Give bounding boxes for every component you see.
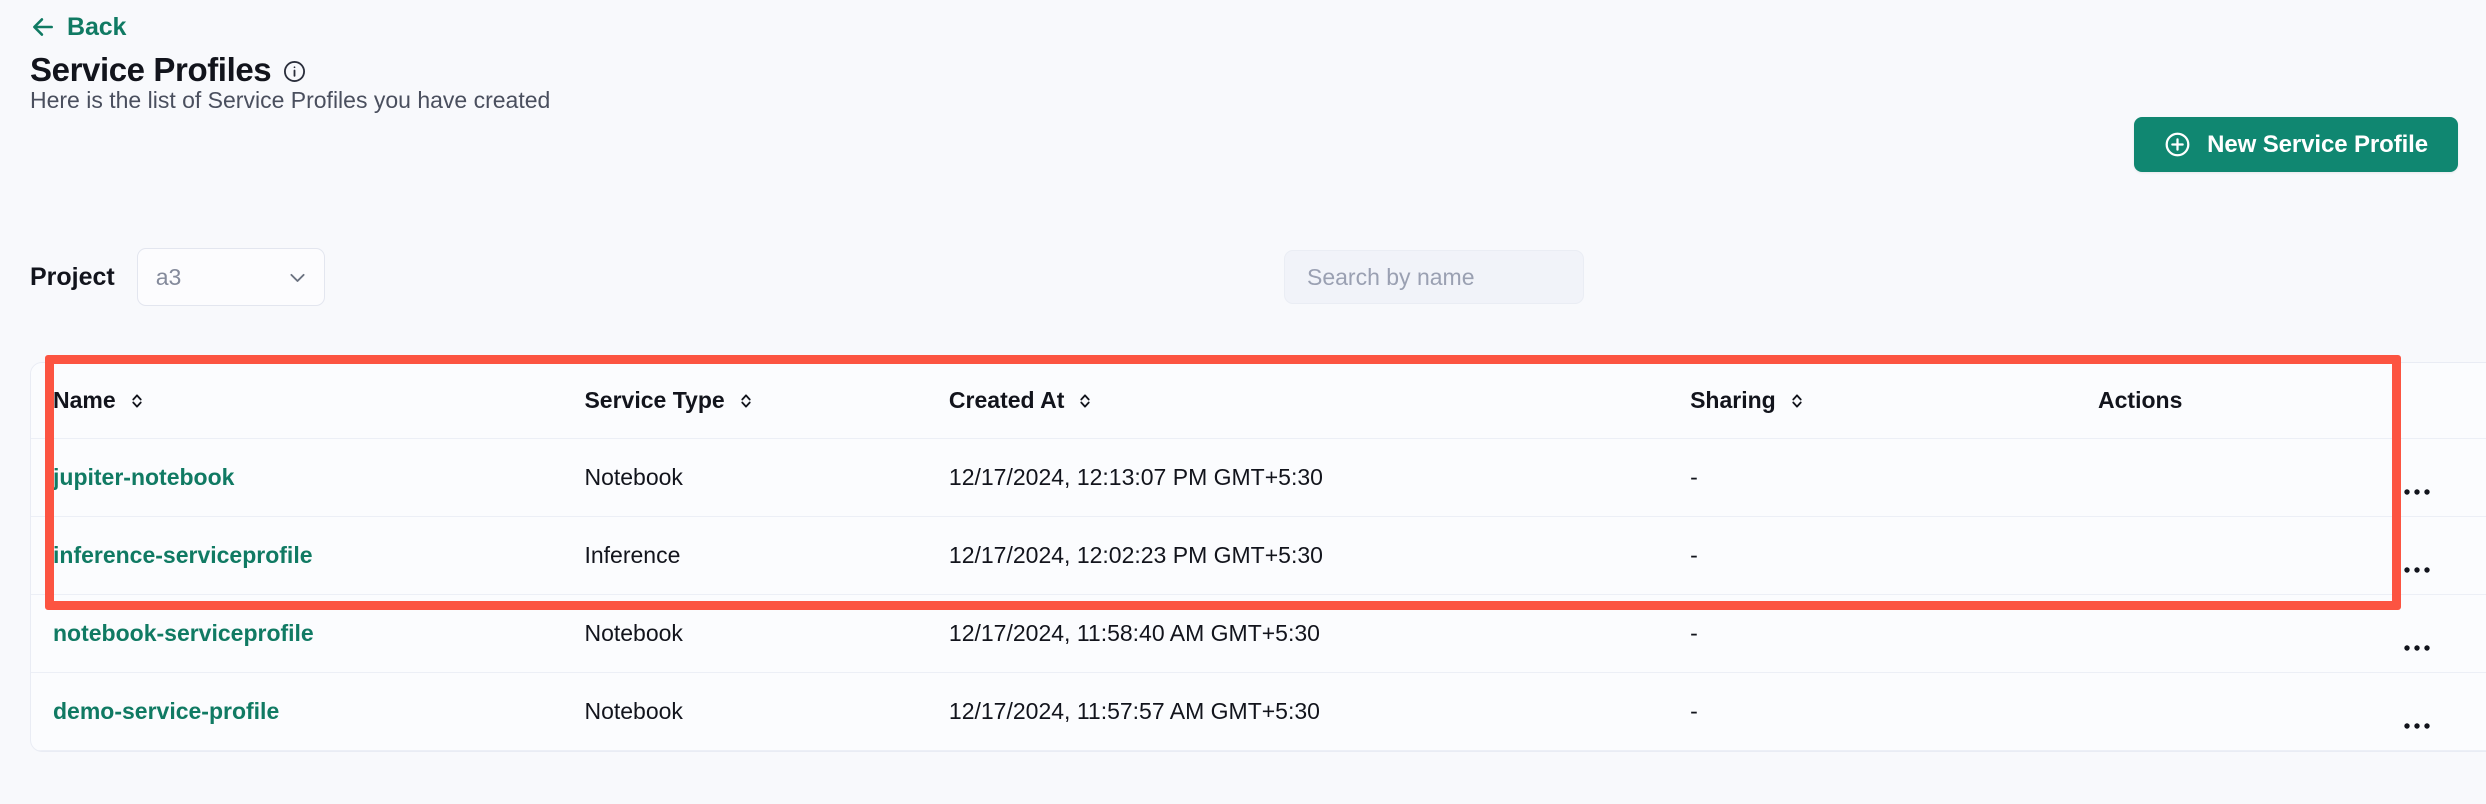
info-circle-icon[interactable] bbox=[283, 56, 306, 83]
cell-created-at: 12/17/2024, 11:58:40 AM GMT+5:30 bbox=[948, 594, 1691, 673]
cell-name: jupiter-notebook bbox=[31, 438, 585, 517]
new-service-profile-button[interactable]: New Service Profile bbox=[2134, 117, 2458, 172]
sort-updown-icon[interactable] bbox=[1788, 392, 1806, 410]
column-header-actions: Actions bbox=[2098, 363, 2486, 439]
cell-name: inference-serviceprofile bbox=[31, 516, 585, 595]
project-select-value: a3 bbox=[155, 263, 182, 290]
kebab-menu-icon[interactable] bbox=[2403, 553, 2431, 573]
service-profile-link[interactable]: jupiter-notebook bbox=[53, 464, 234, 490]
table-head: Name Service Type Created At Sharing Act… bbox=[31, 363, 2486, 439]
cell-sharing: - bbox=[1690, 516, 2099, 595]
new-service-profile-label: New Service Profile bbox=[2207, 130, 2428, 158]
cell-name: notebook-serviceprofile bbox=[31, 594, 585, 673]
cell-sharing: - bbox=[1690, 438, 2099, 517]
cell-service-type: Notebook bbox=[584, 672, 949, 751]
service-profiles-table: Name Service Type Created At Sharing Act… bbox=[31, 363, 2486, 751]
column-header-created-at[interactable]: Created At bbox=[948, 363, 1691, 439]
column-label-service-type: Service Type bbox=[584, 387, 725, 413]
page-title-row: Service Profiles bbox=[30, 50, 306, 90]
sort-updown-icon[interactable] bbox=[737, 392, 755, 410]
filter-bar: Project a3 bbox=[30, 248, 2486, 306]
table-header-row: Name Service Type Created At Sharing Act… bbox=[31, 363, 2486, 439]
column-label-actions: Actions bbox=[2098, 387, 2183, 413]
arrow-left-icon bbox=[30, 14, 56, 40]
project-select[interactable]: a3 bbox=[136, 248, 325, 306]
page-subtitle: Here is the list of Service Profiles you… bbox=[30, 87, 551, 113]
sort-updown-icon[interactable] bbox=[128, 392, 146, 410]
page-title: Service Profiles bbox=[30, 51, 272, 88]
cell-created-at: 12/17/2024, 12:02:23 PM GMT+5:30 bbox=[948, 516, 1691, 595]
cell-actions bbox=[2098, 594, 2486, 673]
cell-sharing: - bbox=[1690, 594, 2099, 673]
cell-service-type: Inference bbox=[584, 516, 949, 595]
plus-circle-icon bbox=[2164, 131, 2191, 158]
back-label: Back bbox=[67, 12, 127, 41]
project-filter-group: Project a3 bbox=[30, 248, 325, 306]
cell-actions bbox=[2098, 672, 2486, 751]
kebab-menu-icon[interactable] bbox=[2403, 709, 2431, 729]
cell-service-type: Notebook bbox=[584, 594, 949, 673]
kebab-menu-icon[interactable] bbox=[2403, 631, 2431, 651]
service-profile-link[interactable]: notebook-serviceprofile bbox=[53, 620, 314, 646]
search-input[interactable] bbox=[1307, 263, 1561, 291]
column-label-created-at: Created At bbox=[948, 387, 1065, 413]
chevron-down-icon bbox=[287, 267, 308, 288]
table-row: inference-serviceprofile Inference 12/17… bbox=[31, 516, 2486, 595]
service-profiles-table-card: Name Service Type Created At Sharing Act… bbox=[30, 362, 2486, 752]
cell-created-at: 12/17/2024, 12:13:07 PM GMT+5:30 bbox=[948, 438, 1691, 517]
cell-actions bbox=[2098, 438, 2486, 517]
service-profile-link[interactable]: demo-service-profile bbox=[53, 698, 279, 724]
cell-created-at: 12/17/2024, 11:57:57 AM GMT+5:30 bbox=[948, 672, 1691, 751]
project-label: Project bbox=[30, 262, 115, 291]
cell-name: demo-service-profile bbox=[31, 672, 585, 751]
cell-service-type: Notebook bbox=[584, 438, 949, 517]
column-header-sharing[interactable]: Sharing bbox=[1690, 363, 2099, 439]
service-profile-link[interactable]: inference-serviceprofile bbox=[53, 542, 313, 568]
table-body: jupiter-notebook Notebook 12/17/2024, 12… bbox=[31, 438, 2486, 751]
column-label-sharing: Sharing bbox=[1690, 387, 1776, 413]
table-row: notebook-serviceprofile Notebook 12/17/2… bbox=[31, 594, 2486, 673]
search-box[interactable] bbox=[1284, 250, 1584, 304]
cell-actions bbox=[2098, 516, 2486, 595]
table-row: jupiter-notebook Notebook 12/17/2024, 12… bbox=[31, 438, 2486, 517]
column-header-name[interactable]: Name bbox=[31, 363, 585, 439]
back-link[interactable]: Back bbox=[30, 14, 126, 40]
cell-sharing: - bbox=[1690, 672, 2099, 751]
column-header-service-type[interactable]: Service Type bbox=[584, 363, 949, 439]
sort-updown-icon[interactable] bbox=[1076, 392, 1094, 410]
kebab-menu-icon[interactable] bbox=[2403, 475, 2431, 495]
column-label-name: Name bbox=[53, 387, 116, 413]
table-row: demo-service-profile Notebook 12/17/2024… bbox=[31, 672, 2486, 751]
